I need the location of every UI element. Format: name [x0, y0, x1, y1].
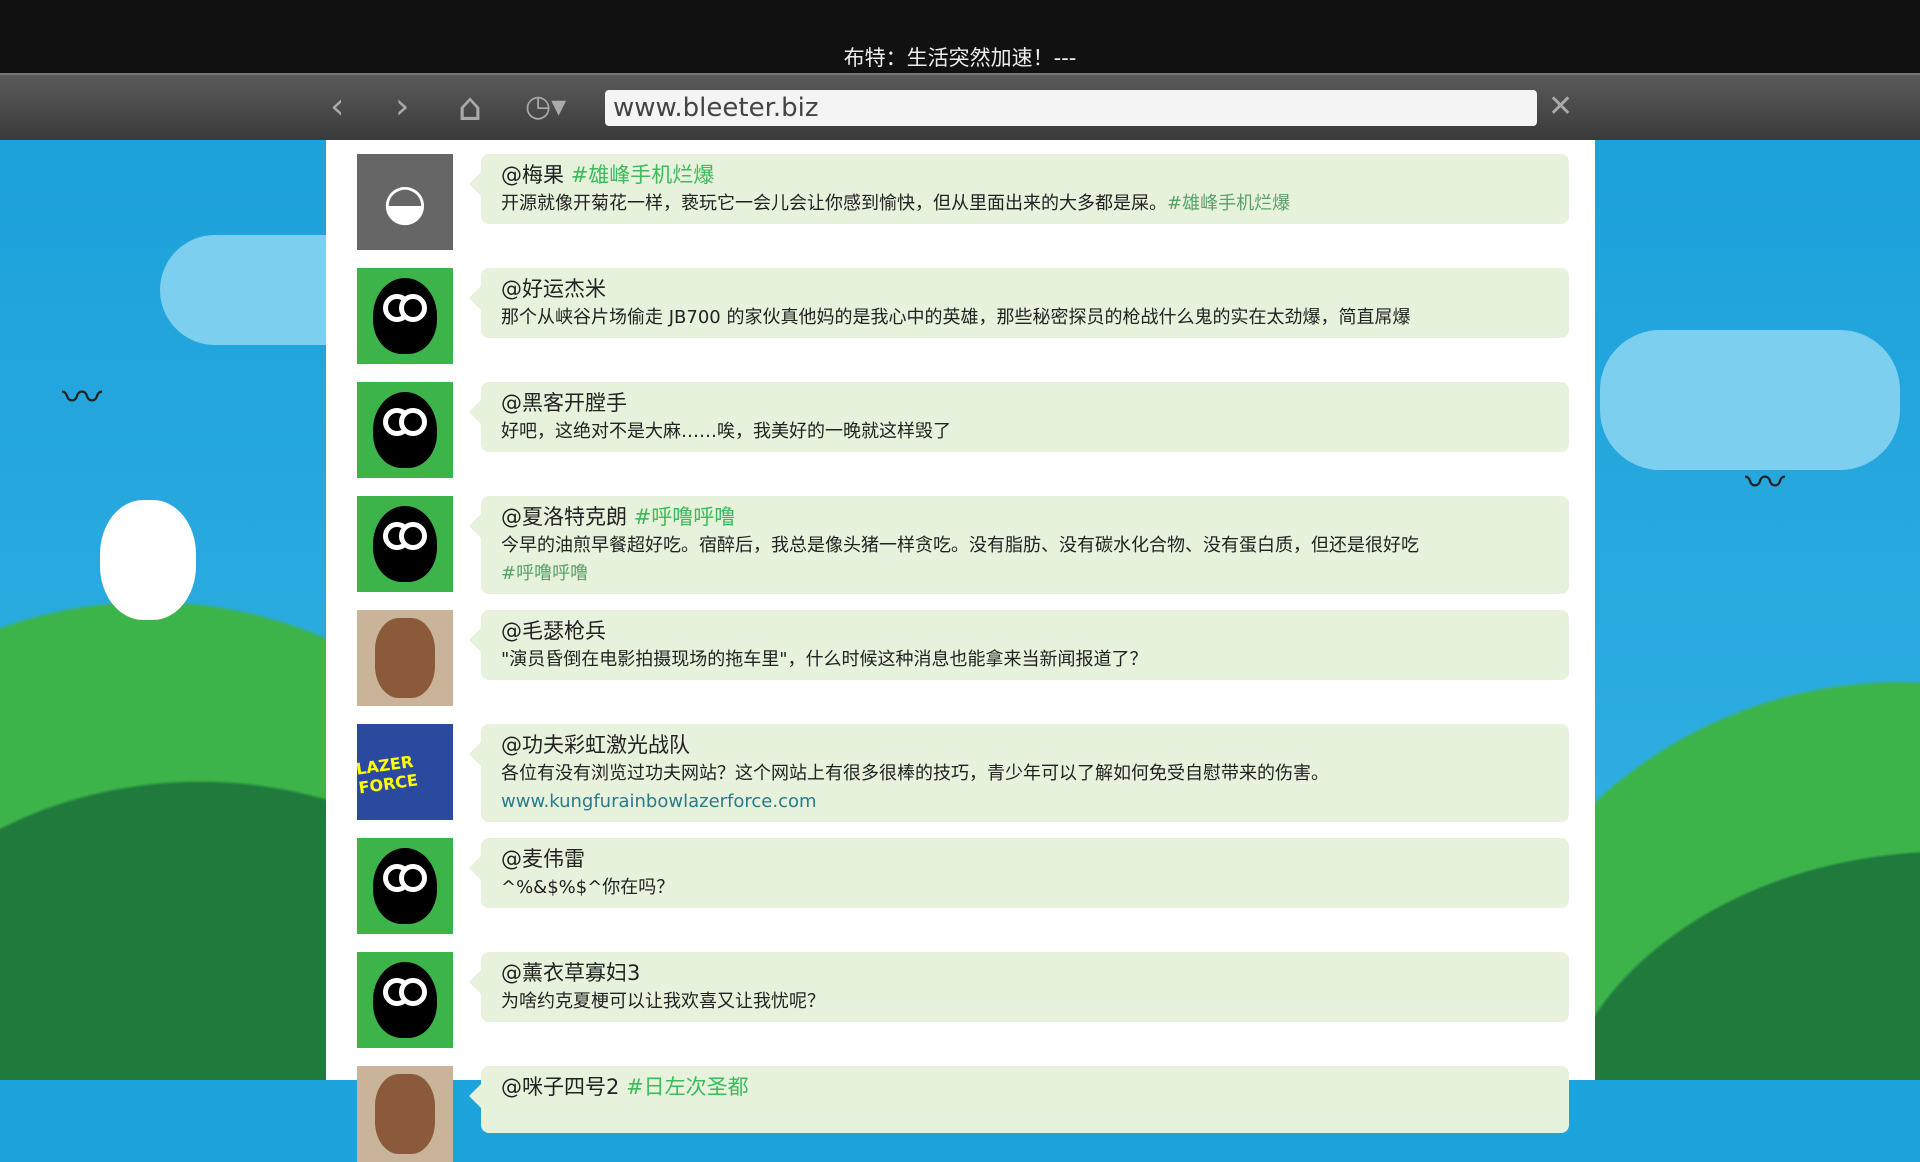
- history-icon[interactable]: ◷▾: [525, 87, 566, 127]
- username[interactable]: @咪子四号2: [501, 1075, 619, 1099]
- post-bubble: @功夫彩虹激光战队 各位有没有浏览过功夫网站？这个网站上有很多很棒的技巧，青少年…: [469, 724, 1569, 822]
- avatar[interactable]: ◒: [357, 154, 453, 250]
- bleeter-feed: ◒ @梅果 #雄峰手机烂爆 开源就像开菊花一样，亵玩它一会儿会让你感到愉快，但从…: [326, 140, 1595, 1162]
- username[interactable]: @功夫彩虹激光战队: [501, 733, 690, 757]
- cloud: [1600, 330, 1900, 470]
- post-bubble: @咪子四号2 #日左次圣都: [469, 1066, 1569, 1133]
- avatar[interactable]: [357, 496, 453, 592]
- avatar[interactable]: [357, 610, 453, 706]
- avatar[interactable]: LAZER FORCE: [354, 724, 453, 820]
- lazer-force-logo: LAZER FORCE: [354, 751, 420, 798]
- username[interactable]: @好运杰米: [501, 277, 606, 301]
- window-title: 布特：生活突然加速！---: [0, 0, 1920, 73]
- sheep-icon: [373, 848, 437, 924]
- apple-logo-icon: ◒: [383, 173, 427, 231]
- browser-toolbar: ‹ › ⌂ ◷▾ www.bleeter.biz ✕: [0, 73, 1920, 140]
- sheep-icon: [373, 962, 437, 1038]
- person-photo: [375, 618, 435, 698]
- sheep-mascot: [100, 500, 196, 620]
- close-button[interactable]: ✕: [1548, 87, 1573, 127]
- url-input[interactable]: www.bleeter.biz: [605, 90, 1537, 126]
- username[interactable]: @夏洛特克朗: [501, 505, 627, 529]
- post-bubble: @好运杰米 那个从峡谷片场偷走 JB700 的家伙真他妈的是我心中的英雄，那些秘…: [469, 268, 1569, 338]
- home-icon[interactable]: ⌂: [458, 87, 482, 127]
- bird-icon: 〰: [62, 375, 102, 421]
- avatar[interactable]: [357, 838, 453, 934]
- post-text: 各位有没有浏览过功夫网站？这个网站上有很多很棒的技巧，青少年可以了解如何免受自慰…: [501, 763, 1329, 784]
- post-bubble: @夏洛特克朗 #呼噜呼噜 今早的油煎早餐超好吃。宿醉后，我总是像头猪一样贪吃。没…: [469, 496, 1569, 594]
- sheep-icon: [373, 392, 437, 468]
- hashtag[interactable]: #呼噜呼噜: [501, 563, 588, 584]
- person-photo: [375, 1074, 435, 1154]
- hashtag[interactable]: #日左次圣都: [626, 1075, 749, 1099]
- forward-button[interactable]: ›: [395, 87, 409, 127]
- hashtag[interactable]: #呼噜呼噜: [634, 505, 736, 529]
- hashtag[interactable]: #雄峰手机烂爆: [571, 163, 715, 187]
- post-bubble: @毛瑟枪兵 "演员昏倒在电影拍摄现场的拖车里"，什么时候这种消息也能拿来当新闻报…: [469, 610, 1569, 680]
- post-text: 为啥约克夏梗可以让我欢喜又让我忧呢？: [501, 991, 825, 1012]
- avatar[interactable]: [357, 952, 453, 1048]
- post-text: 好吧，这绝对不是大麻……唉，我美好的一晚就这样毁了: [501, 421, 951, 442]
- post-text: ^%&$%$^你在吗？: [501, 877, 675, 898]
- username[interactable]: @梅果: [501, 163, 564, 187]
- post-text: 今早的油煎早餐超好吃。宿醉后，我总是像头猪一样贪吃。没有脂肪、没有碳水化合物、没…: [501, 535, 1419, 556]
- hashtag[interactable]: #雄峰手机烂爆: [1167, 193, 1290, 214]
- post-text: 开源就像开菊花一样，亵玩它一会儿会让你感到愉快，但从里面出来的大多都是屎。: [501, 193, 1167, 214]
- back-button[interactable]: ‹: [330, 87, 344, 127]
- post-text: "演员昏倒在电影拍摄现场的拖车里"，什么时候这种消息也能拿来当新闻报道了？: [501, 649, 1148, 670]
- post-bubble: @麦伟雷 ^%&$%$^你在吗？: [469, 838, 1569, 908]
- username[interactable]: @黑客开膛手: [501, 391, 627, 415]
- post-bubble: @薰衣草寡妇3 为啥约克夏梗可以让我欢喜又让我忧呢？: [469, 952, 1569, 1022]
- post-link[interactable]: www.kungfurainbowlazerforce.com: [501, 788, 1549, 816]
- username[interactable]: @毛瑟枪兵: [501, 619, 606, 643]
- avatar[interactable]: [357, 382, 453, 478]
- post-bubble: @黑客开膛手 好吧，这绝对不是大麻……唉，我美好的一晚就这样毁了: [469, 382, 1569, 452]
- sheep-icon: [373, 278, 437, 354]
- avatar[interactable]: [357, 1066, 453, 1162]
- post-bubble: @梅果 #雄峰手机烂爆 开源就像开菊花一样，亵玩它一会儿会让你感到愉快，但从里面…: [469, 154, 1569, 224]
- username[interactable]: @麦伟雷: [501, 847, 585, 871]
- bird-icon: 〰: [1745, 460, 1785, 506]
- post-text: 那个从峡谷片场偷走 JB700 的家伙真他妈的是我心中的英雄，那些秘密探员的枪战…: [501, 307, 1411, 328]
- avatar[interactable]: [357, 268, 453, 364]
- sheep-icon: [373, 506, 437, 582]
- username[interactable]: @薰衣草寡妇3: [501, 961, 640, 985]
